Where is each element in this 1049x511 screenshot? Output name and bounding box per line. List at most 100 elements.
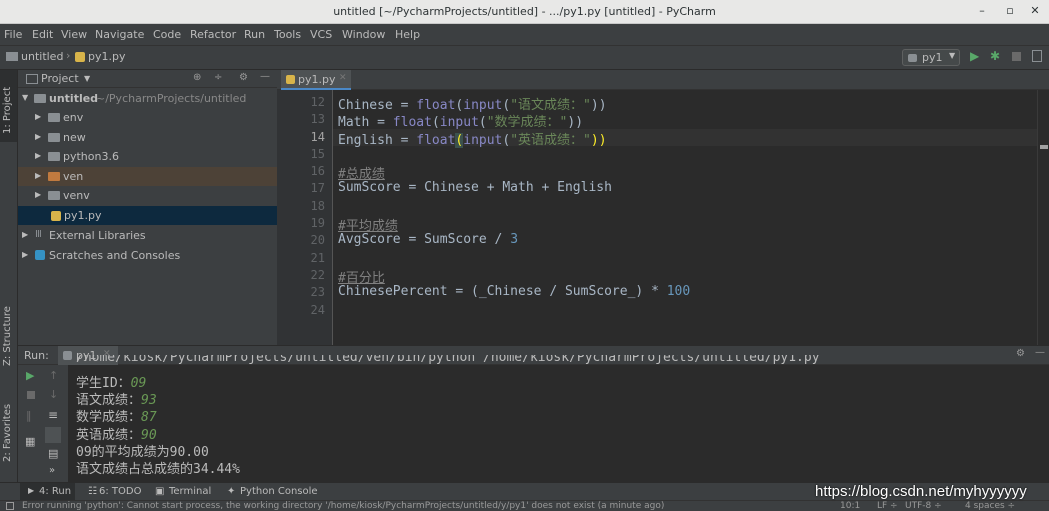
close-tab-icon[interactable]: ✕ xyxy=(339,73,347,83)
tool-tab-python-console[interactable]: Python Console xyxy=(240,486,318,497)
editor-tab-bar: py1.py ✕ xyxy=(277,70,1049,90)
locate-file-icon[interactable]: ⊕ xyxy=(193,72,201,83)
editor-scrollbar[interactable] xyxy=(1037,90,1049,345)
soft-wrap-icon[interactable]: ≡ xyxy=(48,408,58,422)
indent-setting[interactable]: 4 spaces ÷ xyxy=(965,501,1015,511)
tree-item-py1[interactable]: py1.py xyxy=(18,206,277,225)
caret-position[interactable]: 10:1 xyxy=(840,501,860,511)
line-number: 15 xyxy=(310,147,325,161)
more-icon[interactable]: » xyxy=(49,465,55,476)
maximize-button[interactable]: ▫ xyxy=(1002,4,1018,17)
code-token: ( xyxy=(431,115,440,130)
menu-tools[interactable]: Tools xyxy=(274,28,301,41)
line-number: 16 xyxy=(310,164,325,178)
scroll-to-end-icon[interactable] xyxy=(45,427,61,443)
tree-item-label: Scratches and Consoles xyxy=(49,249,181,262)
rerun-icon[interactable]: ▶ xyxy=(26,369,34,382)
menu-vcs[interactable]: VCS xyxy=(310,28,332,41)
menu-code[interactable]: Code xyxy=(153,28,181,41)
layout-icon[interactable]: ▦ xyxy=(25,435,35,448)
code-line-23: ChinesePercent = (_Chinese / SumScore_) … xyxy=(338,284,690,299)
project-view-title[interactable]: Project xyxy=(41,72,79,85)
debug-icon[interactable]: ✱ xyxy=(990,49,1000,63)
project-tool-tab[interactable]: 1: Project xyxy=(0,70,17,142)
chevron-right-icon: ▶ xyxy=(35,171,42,180)
menu-edit[interactable]: Edit xyxy=(32,28,53,41)
line-number: 24 xyxy=(310,303,325,317)
tree-item-scratches[interactable]: ▶ Scratches and Consoles xyxy=(18,246,277,265)
collapse-all-icon[interactable]: ÷ xyxy=(214,72,222,83)
library-icon: Ⅲ xyxy=(35,229,42,240)
console-output: 语文成绩占总成绩的34.44% xyxy=(76,462,240,477)
chevron-right-icon: ▶ xyxy=(35,132,42,141)
breadcrumb-project[interactable]: untitled xyxy=(21,50,63,63)
favorites-tool-tab[interactable]: 2: Favorites xyxy=(0,398,17,468)
tree-item-new[interactable]: ▶ new xyxy=(18,128,277,147)
menu-navigate[interactable]: Navigate xyxy=(95,28,144,41)
breadcrumb-file[interactable]: py1.py xyxy=(88,50,125,63)
folder-icon xyxy=(48,113,60,122)
menu-view[interactable]: View xyxy=(61,28,87,41)
minimize-button[interactable]: – xyxy=(974,4,990,17)
print-icon[interactable]: ▤ xyxy=(48,447,58,460)
close-button[interactable]: ✕ xyxy=(1027,4,1043,17)
breadcrumb-separator-icon: › xyxy=(66,49,71,62)
code-token: float xyxy=(392,115,432,130)
tree-item-label: External Libraries xyxy=(49,229,146,242)
tree-item-python36[interactable]: ▶ python3.6 xyxy=(18,147,277,166)
status-toggle-icon[interactable] xyxy=(6,502,14,510)
tree-item-label: ven xyxy=(63,170,84,183)
tool-tab-run[interactable]: ▶ 4: Run xyxy=(20,483,75,500)
menu-refactor[interactable]: Refactor xyxy=(190,28,236,41)
tool-tab-terminal[interactable]: Terminal xyxy=(169,486,211,497)
stop-icon[interactable] xyxy=(27,391,35,399)
window-title: untitled [~/PycharmProjects/untitled] - … xyxy=(333,5,716,18)
tree-item-env[interactable]: ▶ env xyxy=(18,108,277,127)
run-toolbar: ▶ ↑ ↓ ‖ ≡ ▦ ▤ » xyxy=(18,365,68,482)
folder-icon xyxy=(48,152,60,161)
tool-tab-todo[interactable]: 6: TODO xyxy=(99,486,141,497)
stop-icon[interactable] xyxy=(1012,52,1021,61)
gear-icon[interactable]: ⚙ xyxy=(1016,348,1025,359)
scroll-up-icon[interactable]: ↑ xyxy=(49,369,58,382)
editor-tab-py1[interactable]: py1.py ✕ xyxy=(281,70,351,90)
tree-item-venv[interactable]: ▶ venv xyxy=(18,186,277,205)
code-token: input xyxy=(463,133,503,148)
tree-item-label: python3.6 xyxy=(63,150,119,163)
python-console-icon: ✦ xyxy=(227,486,236,497)
menu-window[interactable]: Window xyxy=(342,28,385,41)
menu-help[interactable]: Help xyxy=(395,28,420,41)
menu-run[interactable]: Run xyxy=(244,28,265,41)
watermark-text: https://blog.csdn.net/myhyyyyyy xyxy=(815,483,1027,500)
root-path: ~/PycharmProjects/untitled xyxy=(96,92,247,105)
pause-icon[interactable]: ‖ xyxy=(26,409,32,422)
tree-root[interactable]: ▼ untitled ~/PycharmProjects/untitled xyxy=(18,89,277,108)
menu-bar: File Edit View Navigate Code Refactor Ru… xyxy=(0,24,1049,46)
hide-panel-icon[interactable]: — xyxy=(1035,347,1045,358)
tree-item-external-libraries[interactable]: ▶ Ⅲ External Libraries xyxy=(18,226,277,245)
gear-icon[interactable]: ⚙ xyxy=(239,72,248,83)
run-config-selector[interactable]: py1 ▼ xyxy=(902,49,960,66)
structure-tool-tab[interactable]: Z: Structure xyxy=(0,306,17,372)
code-token: English = xyxy=(338,133,417,148)
terminal-icon: ▣ xyxy=(155,486,165,497)
line-number: 23 xyxy=(310,285,325,299)
search-everywhere-icon[interactable] xyxy=(1032,50,1042,62)
chevron-down-icon: ▼ xyxy=(949,51,956,60)
file-encoding[interactable]: UTF-8 ÷ xyxy=(905,501,942,511)
chevron-right-icon: ▶ xyxy=(35,190,42,199)
status-message[interactable]: Error running 'python': Cannot start pro… xyxy=(22,501,664,511)
root-name: untitled xyxy=(49,92,99,105)
folder-icon xyxy=(34,94,46,103)
run-icon: ▶ xyxy=(28,486,35,495)
chevron-down-icon[interactable]: ▼ xyxy=(84,74,90,83)
project-view-icon xyxy=(26,74,38,84)
run-icon[interactable]: ▶ xyxy=(970,49,979,63)
hide-panel-icon[interactable]: — xyxy=(260,71,270,82)
menu-file[interactable]: File xyxy=(4,28,22,41)
scroll-down-icon[interactable]: ↓ xyxy=(49,388,58,401)
tree-item-ven[interactable]: ▶ ven xyxy=(18,167,277,186)
line-separator[interactable]: LF ÷ xyxy=(877,501,898,511)
project-tool-tab-label: 1: Project xyxy=(2,86,13,134)
chevron-down-icon: ▼ xyxy=(22,93,29,102)
